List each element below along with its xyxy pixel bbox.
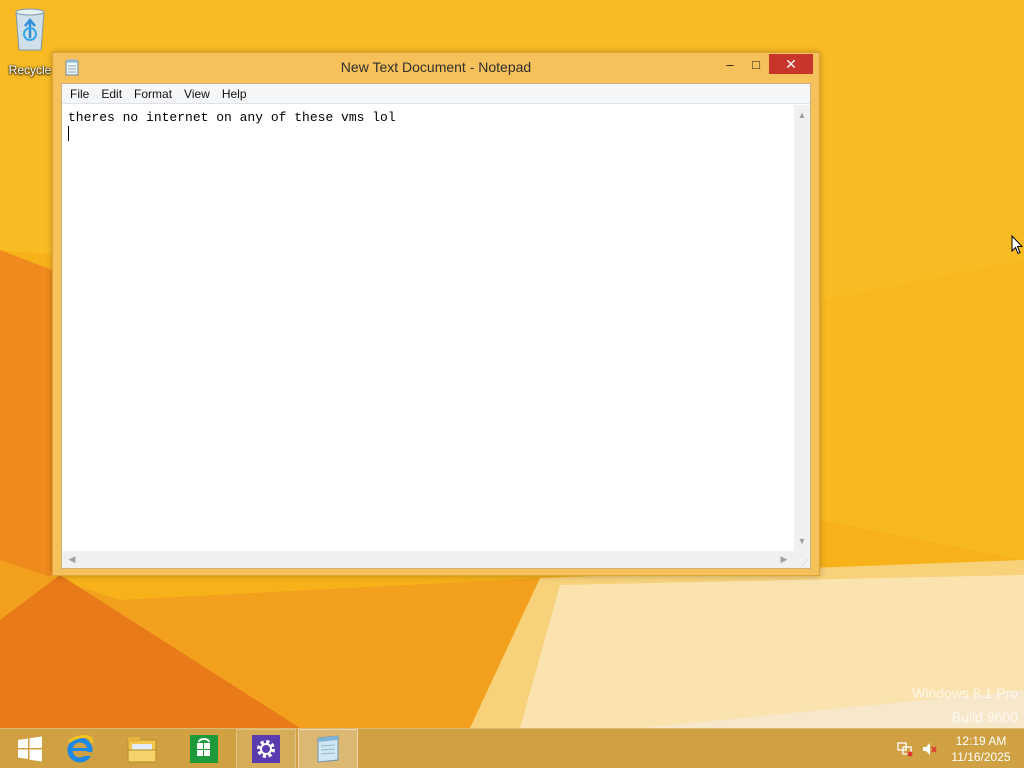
minimize-button[interactable]: – [717, 54, 743, 74]
vertical-scrollbar[interactable]: ▲ ▼ [794, 105, 810, 551]
taskbar-store[interactable] [174, 729, 234, 768]
folder-icon [127, 737, 157, 763]
scroll-right-icon[interactable]: ▶ [776, 551, 792, 567]
gear-icon [252, 735, 280, 763]
menu-view[interactable]: View [178, 84, 216, 104]
scroll-left-icon[interactable]: ◀ [64, 551, 80, 567]
notepad-window[interactable]: New Text Document - Notepad – □ ✕ File E… [52, 52, 820, 576]
text-editor[interactable]: theres no internet on any of these vms l… [62, 105, 794, 551]
taskbar-file-explorer[interactable] [112, 729, 172, 768]
taskbar: 12:19 AM 11/16/2025 [0, 728, 1024, 768]
ie-icon [67, 735, 94, 763]
recycle-bin-shortcut[interactable]: Recycle [2, 4, 58, 77]
recycle-bin-label: Recycle [8, 63, 52, 77]
recycle-bin-icon [15, 8, 45, 51]
text-line: theres no internet on any of these vms l… [68, 110, 396, 125]
title-bar[interactable]: New Text Document - Notepad – □ ✕ [53, 53, 819, 82]
menu-format[interactable]: Format [128, 84, 178, 104]
notepad-icon [317, 735, 339, 763]
menu-help[interactable]: Help [216, 84, 253, 104]
menu-edit[interactable]: Edit [95, 84, 128, 104]
network-icon[interactable] [897, 741, 913, 757]
resize-grip-icon[interactable]: ⋰ [794, 551, 810, 568]
os-watermark-build: Build 9600 [951, 709, 1018, 725]
store-icon [190, 735, 218, 763]
clock-time: 12:19 AM [955, 734, 1007, 748]
taskbar-internet-explorer[interactable] [50, 729, 110, 768]
windows-logo-icon [18, 736, 42, 762]
scroll-down-icon[interactable]: ▼ [794, 533, 810, 549]
system-clock[interactable]: 12:19 AM 11/16/2025 [946, 733, 1016, 765]
mouse-cursor-icon [1011, 235, 1023, 255]
text-caret [68, 126, 69, 142]
horizontal-scrollbar[interactable]: ◀ ▶ [62, 551, 794, 568]
clock-date: 11/16/2025 [951, 750, 1011, 764]
menu-file[interactable]: File [64, 84, 95, 104]
window-title: New Text Document - Notepad [340, 59, 532, 75]
maximize-button[interactable]: □ [743, 54, 769, 74]
text-line-empty [68, 126, 788, 142]
close-button[interactable]: ✕ [769, 54, 813, 74]
os-watermark-edition: Windows 8.1 Pro [912, 685, 1018, 701]
taskbar-settings[interactable] [236, 729, 296, 768]
notepad-client-area: File Edit Format View Help theres no int… [61, 83, 811, 569]
speaker-muted-icon[interactable] [921, 741, 937, 757]
menu-bar: File Edit Format View Help [62, 84, 810, 104]
scroll-up-icon[interactable]: ▲ [794, 107, 810, 123]
taskbar-notepad[interactable] [298, 729, 358, 768]
